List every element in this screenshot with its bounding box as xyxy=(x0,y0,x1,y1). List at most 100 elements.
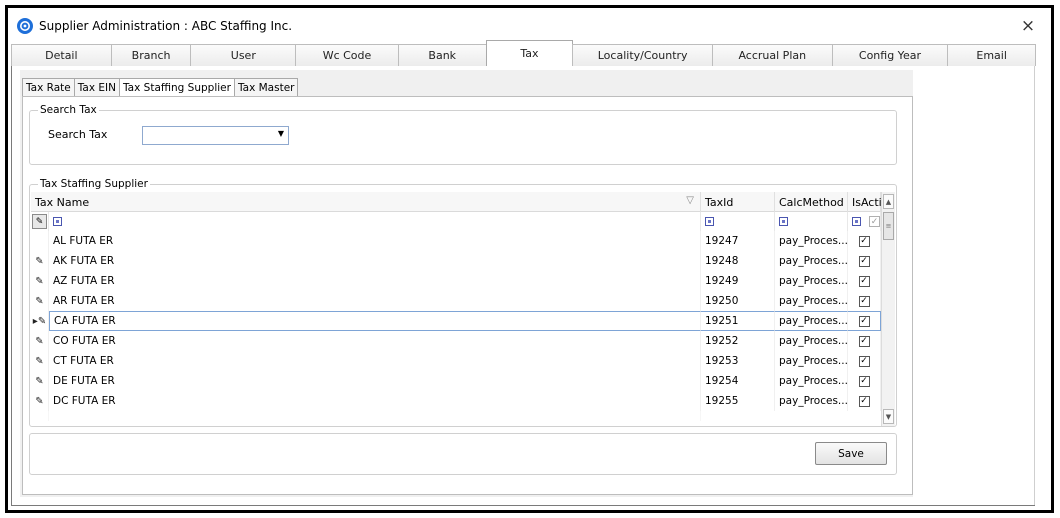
cell-calcmethod[interactable]: pay_Proces... xyxy=(775,251,848,271)
isactive-checkbox[interactable]: ✓ xyxy=(858,355,870,367)
table-row[interactable]: ✎ AR FUTA ER 19250 pay_Proces... ✓ xyxy=(31,291,881,311)
isactive-checkbox[interactable]: ✓ xyxy=(858,395,870,407)
tab-locality-country[interactable]: Locality/Country xyxy=(572,44,713,66)
tab-bank[interactable]: Bank xyxy=(397,44,487,66)
cell-isactive[interactable]: ✓ xyxy=(848,371,881,391)
cell-taxid[interactable]: 19255 xyxy=(701,391,775,411)
isactive-checkbox[interactable]: ✓ xyxy=(858,275,870,287)
filter-operator-icon[interactable] xyxy=(705,217,714,226)
filter-operator-icon[interactable] xyxy=(53,217,62,226)
tab-config-year[interactable]: Config Year xyxy=(831,44,949,66)
cell-calcmethod[interactable]: pay_Proces... xyxy=(775,371,848,391)
filter-operator-icon[interactable] xyxy=(779,217,788,226)
cell-taxid[interactable]: 19252 xyxy=(701,331,775,351)
row-indicator xyxy=(31,411,49,421)
tab-accrual-plan[interactable]: Accrual Plan xyxy=(711,44,833,66)
grid-vertical-scrollbar[interactable]: ▲ ≡ ▼ xyxy=(881,192,895,426)
cell-calcmethod[interactable]: pay_Proces... xyxy=(775,231,848,251)
cell-taxid[interactable]: 19249 xyxy=(701,271,775,291)
cell-tax-name[interactable]: AK FUTA ER xyxy=(49,251,701,271)
chevron-down-icon[interactable]: ▼ xyxy=(278,129,284,138)
pencil-icon: ✎ xyxy=(35,295,44,307)
tab-user[interactable]: User xyxy=(190,44,297,66)
tab-branch[interactable]: Branch xyxy=(110,44,192,66)
isactive-checkbox[interactable]: ✓ xyxy=(858,295,870,307)
column-header-tax-name[interactable]: Tax Name ▽ xyxy=(31,192,701,212)
cell-isactive[interactable]: ✓ xyxy=(848,231,881,251)
cell-isactive[interactable]: ✓ xyxy=(848,331,881,351)
isactive-checkbox[interactable]: ✓ xyxy=(858,315,870,327)
cell-tax-name[interactable]: CO FUTA ER xyxy=(49,331,701,351)
cell-tax-name[interactable]: AR FUTA ER xyxy=(49,291,701,311)
table-row[interactable]: ✎ AK FUTA ER 19248 pay_Proces... ✓ xyxy=(31,251,881,271)
cell-tax-name[interactable]: CA FUTA ER xyxy=(49,311,701,331)
row-indicator: ✎ xyxy=(31,371,49,391)
panel-right-border xyxy=(1034,66,1035,506)
table-row-partial[interactable] xyxy=(31,411,881,421)
tab-detail[interactable]: Detail xyxy=(11,44,112,66)
isactive-checkbox[interactable]: ✓ xyxy=(858,335,870,347)
table-row-selected[interactable]: ▸✎ CA FUTA ER 19251 pay_Proces... ✓ xyxy=(31,311,881,331)
table-row[interactable]: ✎ AZ FUTA ER 19249 pay_Proces... ✓ xyxy=(31,271,881,291)
cell-calcmethod[interactable]: pay_Proces... xyxy=(775,311,848,331)
cell-tax-name[interactable]: AZ FUTA ER xyxy=(49,271,701,291)
isactive-checkbox[interactable]: ✓ xyxy=(858,375,870,387)
table-row[interactable]: AL FUTA ER 19247 pay_Proces... ✓ xyxy=(31,231,881,251)
cell-calcmethod[interactable]: pay_Proces... xyxy=(775,271,848,291)
filter-checkbox[interactable]: ✓ xyxy=(869,216,880,227)
cell-calcmethod[interactable]: pay_Proces... xyxy=(775,391,848,411)
isactive-checkbox[interactable]: ✓ xyxy=(858,255,870,267)
table-row[interactable]: ✎ CO FUTA ER 19252 pay_Proces... ✓ xyxy=(31,331,881,351)
subtab-tax-staffing-supplier[interactable]: Tax Staffing Supplier xyxy=(119,78,235,96)
close-icon[interactable]: × xyxy=(1019,17,1037,35)
tab-email[interactable]: Email xyxy=(947,44,1037,66)
pencil-icon: ✎ xyxy=(35,275,44,287)
cell-calcmethod[interactable]: pay_Proces... xyxy=(775,291,848,311)
cell-taxid[interactable]: 19250 xyxy=(701,291,775,311)
search-tax-label: Search Tax xyxy=(48,128,108,141)
cell-taxid[interactable]: 19248 xyxy=(701,251,775,271)
search-tax-combobox[interactable]: ▼ xyxy=(142,126,289,145)
save-button[interactable]: Save xyxy=(815,442,887,465)
filter-operator-icon[interactable] xyxy=(852,217,861,226)
cell-tax-name[interactable]: CT FUTA ER xyxy=(49,351,701,371)
cell-tax-name[interactable]: DC FUTA ER xyxy=(49,391,701,411)
isactive-checkbox[interactable]: ✓ xyxy=(858,235,870,247)
pencil-icon: ✎ xyxy=(35,335,44,347)
filter-cell-tax-name[interactable] xyxy=(49,212,701,231)
subtab-tax-ein[interactable]: Tax EIN xyxy=(73,78,120,96)
filter-cell-taxid[interactable] xyxy=(701,212,775,231)
cell-taxid[interactable]: 19247 xyxy=(701,231,775,251)
cell-taxid[interactable]: 19254 xyxy=(701,371,775,391)
cell-tax-name[interactable]: AL FUTA ER xyxy=(49,231,701,251)
cell-taxid[interactable]: 19253 xyxy=(701,351,775,371)
cell-isactive[interactable]: ✓ xyxy=(848,271,881,291)
column-header-taxid[interactable]: TaxId xyxy=(701,192,775,212)
cell-isactive[interactable]: ✓ xyxy=(848,351,881,371)
column-header-calcmethod[interactable]: CalcMethod xyxy=(775,192,848,212)
scroll-down-icon[interactable]: ▼ xyxy=(883,409,894,424)
table-row[interactable]: ✎ CT FUTA ER 19253 pay_Proces... ✓ xyxy=(31,351,881,371)
tab-wc-code[interactable]: Wc Code xyxy=(295,44,399,66)
scroll-up-icon[interactable]: ▲ xyxy=(883,194,894,209)
subtab-tax-master[interactable]: Tax Master xyxy=(233,78,299,96)
cell-tax-name[interactable]: DE FUTA ER xyxy=(49,371,701,391)
cell-tax-name-partial[interactable] xyxy=(49,411,701,421)
cell-calcmethod[interactable]: pay_Proces... xyxy=(775,331,848,351)
cell-isactive[interactable]: ✓ xyxy=(848,391,881,411)
table-row[interactable]: ✎ DE FUTA ER 19254 pay_Proces... ✓ xyxy=(31,371,881,391)
scrollbar-thumb[interactable]: ≡ xyxy=(883,212,894,240)
filter-cell-isactive[interactable]: ✓ xyxy=(848,212,881,231)
cell-isactive[interactable]: ✓ xyxy=(848,311,881,331)
cell-isactive[interactable]: ✓ xyxy=(848,251,881,271)
cell-isactive[interactable]: ✓ xyxy=(848,291,881,311)
filter-icon[interactable]: ▽ xyxy=(686,195,694,206)
tab-tax[interactable]: Tax xyxy=(485,40,574,66)
subtab-tax-rate[interactable]: Tax Rate xyxy=(22,78,75,96)
table-row[interactable]: ✎ DC FUTA ER 19255 pay_Proces... ✓ xyxy=(31,391,881,411)
filter-cell-calcmethod[interactable] xyxy=(775,212,848,231)
filter-row-indicator: ✎ xyxy=(31,212,49,231)
column-header-isactive[interactable]: IsActiv xyxy=(848,192,888,212)
cell-calcmethod[interactable]: pay_Proces... xyxy=(775,351,848,371)
cell-taxid[interactable]: 19251 xyxy=(701,311,775,331)
